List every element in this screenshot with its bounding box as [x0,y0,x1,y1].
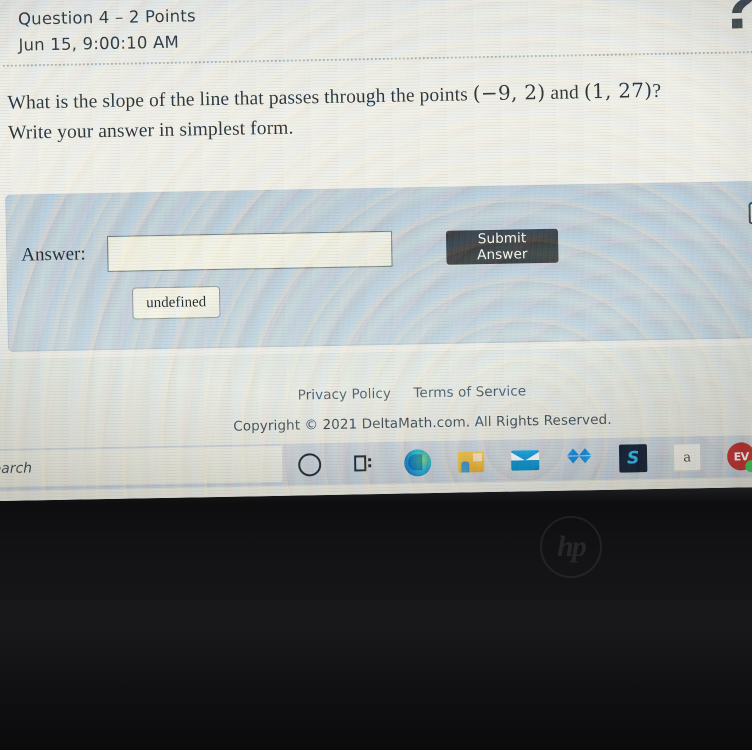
answer-panel: Answer: Submit Answer undefined [5,179,752,352]
screen-area: Question 4 – 2 Points Jun 15, 9:00:10 AM… [0,0,752,502]
bezel-shadow [0,600,752,750]
ev-badge-icon[interactable]: EV [714,435,752,478]
terms-of-service-link[interactable]: Terms of Service [413,383,526,401]
task-view-icon[interactable] [336,442,391,485]
s-app-glyph: S [618,444,648,473]
mail-icon[interactable] [498,439,553,482]
privacy-policy-link[interactable]: Privacy Policy [297,386,391,404]
help-question-mark-icon[interactable]: ? [715,0,752,45]
taskbar-icons: S a EV [282,435,752,486]
prompt-question-mark: ? [652,80,662,102]
dropbox-icon[interactable] [552,438,607,481]
file-explorer-icon[interactable] [444,440,499,483]
laptop-screen-photo: hp Question 4 – 2 Points Jun 15, 9:00:10… [0,0,752,750]
keyboard-icon[interactable] [748,201,752,225]
point-one: (−9, 2) [472,79,546,106]
cortana-icon[interactable] [282,443,337,486]
a-tile-glyph: a [672,443,702,472]
a-tile-icon[interactable]: a [660,436,715,479]
s-app-icon[interactable]: S [606,437,661,480]
taskbar-search-text: o search [0,460,33,478]
answer-input[interactable] [106,230,393,272]
prompt-conjunction: and [545,82,585,104]
prompt-text-line2: Write your answer in simplest form. [7,117,294,144]
point-two: (1, 27) [583,77,653,104]
edge-browser-icon[interactable] [390,441,445,484]
taskbar-search-input[interactable]: o search [0,445,283,488]
prompt-text-part1: What is the slope of the line that passe… [7,84,474,114]
answer-row: Answer: Submit Answer [21,223,752,278]
ev-badge-glyph: EV [726,442,752,471]
undefined-button[interactable]: undefined [131,285,221,320]
submit-answer-button[interactable]: Submit Answer [445,228,559,265]
answer-label: Answer: [21,243,86,266]
hp-logo: hp [540,516,602,578]
